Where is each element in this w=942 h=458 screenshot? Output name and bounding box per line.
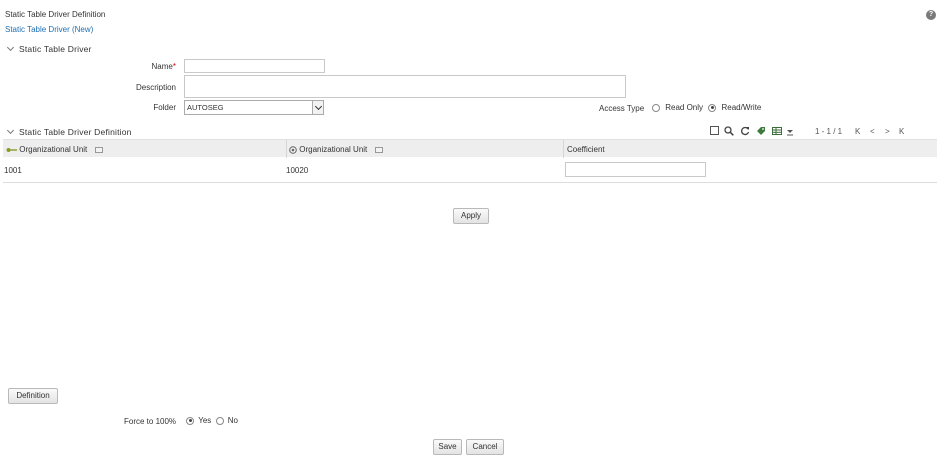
access-type-label: Access Type — [599, 104, 645, 113]
prev-page-icon[interactable]: < — [870, 127, 875, 136]
page-title: Static Table Driver Definition — [5, 10, 106, 19]
chevron-down-icon — [6, 43, 15, 52]
next-page-icon[interactable]: > — [885, 127, 890, 136]
access-type-group: Read Only Read/Write — [652, 103, 761, 112]
target-icon — [289, 146, 297, 154]
dropdown-icon[interactable] — [785, 126, 795, 136]
tag-icon[interactable] — [756, 126, 766, 136]
column-divider — [286, 140, 287, 158]
apply-button[interactable]: Apply — [453, 208, 489, 224]
cell-organizational-unit-key: 1001 — [4, 166, 22, 175]
grid-icon[interactable] — [772, 126, 782, 136]
table-row[interactable]: 1001 10020 — [3, 157, 937, 183]
chevron-down-icon — [6, 126, 15, 135]
name-input[interactable] — [184, 59, 325, 73]
pager-range: 1 - 1 / 1 — [815, 127, 843, 136]
radio-read-write-label: Read/Write — [721, 103, 762, 112]
chevron-down-icon[interactable] — [312, 101, 323, 114]
section-static-table-driver[interactable]: Static Table Driver — [6, 43, 92, 54]
table-header: Organizational Unit Organizational Unit … — [3, 139, 937, 158]
description-label: Description — [135, 83, 176, 92]
force-group: Yes No — [186, 416, 238, 425]
refresh-icon[interactable] — [740, 126, 750, 136]
breadcrumb[interactable]: Static Table Driver (New) — [5, 25, 93, 34]
section-label: Static Table Driver Definition — [19, 127, 132, 137]
radio-read-only-label: Read Only — [665, 103, 704, 112]
search-icon[interactable] — [724, 126, 734, 136]
radio-read-write[interactable] — [708, 103, 717, 112]
help-icon[interactable]: ? — [926, 10, 936, 20]
folder-select[interactable]: AUTOSEG — [184, 100, 324, 115]
select-all-icon[interactable] — [709, 126, 719, 136]
column-divider — [563, 140, 564, 158]
cell-organizational-unit-target: 10020 — [286, 166, 309, 175]
column-header-label: Organizational Unit — [19, 145, 88, 154]
required-marker: * — [172, 62, 176, 71]
hierarchy-browser-icon[interactable] — [374, 146, 383, 153]
name-label-text: Name — [151, 62, 173, 71]
save-button[interactable]: Save — [433, 439, 462, 455]
last-page-icon[interactable]: K — [899, 127, 904, 136]
cancel-button[interactable]: Cancel — [466, 439, 504, 455]
radio-force-yes[interactable] — [186, 416, 194, 425]
column-header-organizational-unit-key[interactable]: Organizational Unit — [6, 145, 103, 154]
radio-force-no-label: No — [227, 416, 238, 425]
radio-force-yes-label: Yes — [198, 416, 212, 425]
definition-button[interactable]: Definition — [8, 388, 58, 404]
hierarchy-browser-icon[interactable] — [94, 146, 103, 153]
folder-selected-value: AUTOSEG — [187, 103, 224, 112]
column-header-label: Organizational Unit — [299, 145, 368, 154]
name-label: Name* — [76, 62, 176, 71]
section-label: Static Table Driver — [19, 44, 92, 54]
force-label: Force to 100% — [124, 417, 177, 426]
radio-read-only[interactable] — [652, 103, 660, 112]
section-static-table-driver-definition[interactable]: Static Table Driver Definition — [6, 126, 132, 137]
first-page-icon[interactable]: K — [855, 127, 860, 136]
key-icon — [6, 147, 17, 152]
coefficient-input[interactable] — [565, 162, 706, 177]
radio-force-no[interactable] — [215, 416, 224, 425]
folder-label: Folder — [153, 103, 176, 112]
column-header-organizational-unit-target[interactable]: Organizational Unit — [289, 145, 383, 154]
column-header-coefficient[interactable]: Coefficient — [567, 145, 605, 154]
description-field[interactable] — [184, 75, 626, 98]
